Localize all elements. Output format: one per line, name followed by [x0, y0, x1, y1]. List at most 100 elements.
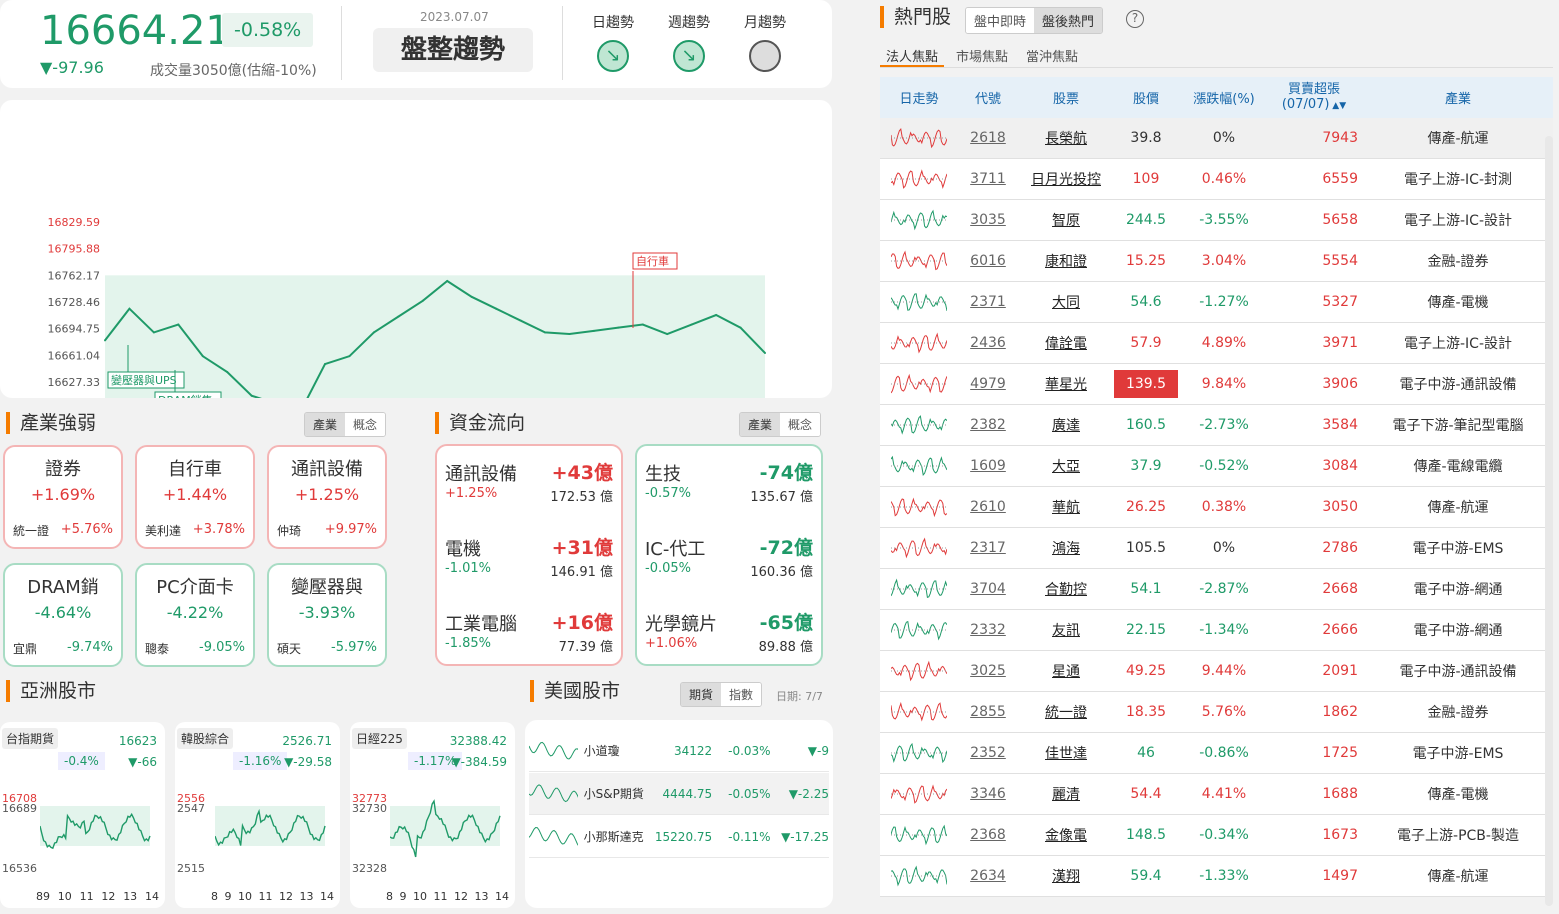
table-row[interactable]: 3711 日月光投控 109 0.46% 6559 電子上游-IC-封測 [880, 159, 1553, 200]
industry-card[interactable]: 自行車 +1.44% 美利達 +3.78% [135, 445, 255, 549]
stock-code[interactable]: 2368 [958, 827, 1018, 843]
stock-code[interactable]: 1609 [958, 458, 1018, 474]
stock-code[interactable]: 2618 [958, 130, 1018, 146]
subtab-market[interactable]: 市場焦點 [944, 42, 1020, 67]
tab-afterhours[interactable]: 盤後熱門 [1034, 8, 1103, 33]
table-row[interactable]: 1609 大亞 37.9 -0.52% 3084 傳產-電線電纜 [880, 446, 1553, 487]
stock-industry: 傳產-電機 [1427, 295, 1489, 311]
stock-name[interactable]: 偉詮電 [1018, 333, 1114, 353]
tab-industry[interactable]: 產業 [740, 413, 781, 436]
industry-card[interactable]: PC介面卡 -4.22% 聰泰 -9.05% [135, 563, 255, 667]
stock-code[interactable]: 3346 [958, 786, 1018, 802]
table-row[interactable]: 2332 友訊 22.15 -1.34% 2666 電子中游-網通 [880, 610, 1553, 651]
stock-code[interactable]: 3704 [958, 581, 1018, 597]
tab-concept[interactable]: 概念 [780, 413, 821, 436]
table-row[interactable]: 4979 華星光 139.5 9.84% 3906 電子中游-通訊設備 [880, 364, 1553, 405]
table-row[interactable]: 2610 華航 26.25 0.38% 3050 傳產-航運 [880, 487, 1553, 528]
stock-name[interactable]: 漢翔 [1018, 866, 1114, 886]
asia-market-tw[interactable]: 台指期貨 16623 -0.4% ▼-66 16708 16689 16536 89 10 11 1… [0, 722, 165, 908]
stock-name[interactable]: 鴻海 [1018, 538, 1114, 558]
stock-name[interactable]: 佳世達 [1018, 743, 1114, 763]
table-row[interactable]: 3025 星通 49.25 9.44% 2091 電子中游-通訊設備 [880, 651, 1553, 692]
help-icon[interactable]: ? [1126, 10, 1144, 28]
stock-price: 54.1 [1130, 581, 1162, 597]
table-row[interactable]: 3035 智原 244.5 -3.55% 5658 電子上游-IC-設計 [880, 200, 1553, 241]
stock-name[interactable]: 友訊 [1018, 620, 1114, 640]
col-header-sort[interactable]: 買賣超張 (07/07) ▲▼ [1270, 82, 1366, 114]
flow-row[interactable]: 生技 -74億 -0.57% 135.67 億 [645, 460, 813, 520]
stock-pct: 3.04% [1201, 253, 1247, 269]
stock-code[interactable]: 3035 [958, 212, 1018, 228]
col-header: 股票 [1052, 92, 1079, 107]
stock-code[interactable]: 2436 [958, 335, 1018, 351]
stock-name[interactable]: 智原 [1018, 210, 1114, 230]
stock-sparkline [891, 293, 947, 311]
stock-code[interactable]: 2317 [958, 540, 1018, 556]
us-market-row[interactable]: 小那斯達克 15220.75 -0.11% ▼-17.25 [529, 816, 829, 858]
flow-row[interactable]: 工業電腦 +16億 -1.85% 77.39 億 [445, 610, 613, 670]
us-market-row[interactable]: 小S&P期貨 4444.75 -0.05% ▼-2.25 [529, 773, 829, 815]
flow-row[interactable]: 通訊設備 +43億 +1.25% 172.53 億 [445, 460, 613, 520]
sparkline-cell [880, 738, 958, 768]
tab-futures[interactable]: 期貨 [681, 683, 722, 706]
table-row[interactable]: 2634 漢翔 59.4 -1.33% 1497 傳產-航運 [880, 856, 1553, 897]
us-market-row[interactable]: 小道瓊 34122 -0.03% ▼-9 [529, 730, 829, 772]
stock-name[interactable]: 長榮航 [1018, 128, 1114, 148]
stock-code[interactable]: 2855 [958, 704, 1018, 720]
industry-card[interactable]: 通訊設備 +1.25% 仲琦 +9.97% [267, 445, 387, 549]
table-row[interactable]: 2855 統一證 18.35 5.76% 1862 金融-證券 [880, 692, 1553, 733]
industry-card[interactable]: DRAM銷 -4.64% 宜鼎 -9.74% [3, 563, 123, 667]
table-row[interactable]: 2436 偉詮電 57.9 4.89% 3971 電子上游-IC-設計 [880, 323, 1553, 364]
table-row[interactable]: 2368 金像電 148.5 -0.34% 1673 電子上游-PCB-製造 [880, 815, 1553, 856]
table-row[interactable]: 2618 長榮航 39.8 0% 7943 傳產-航運 [880, 118, 1553, 159]
stock-code[interactable]: 2610 [958, 499, 1018, 515]
tab-concept[interactable]: 概念 [345, 413, 386, 436]
subtab-daytrade[interactable]: 當沖焦點 [1020, 42, 1084, 67]
stock-name[interactable]: 華航 [1018, 497, 1114, 517]
tab-industry[interactable]: 產業 [305, 413, 346, 436]
stock-name[interactable]: 廣達 [1018, 415, 1114, 435]
table-row[interactable]: 3346 麗清 54.4 4.41% 1688 傳產-電機 [880, 774, 1553, 815]
flow-value: +31億 [551, 537, 613, 559]
table-row[interactable]: 2352 佳世達 46 -0.86% 1725 電子中游-EMS [880, 733, 1553, 774]
stock-name[interactable]: 日月光投控 [1018, 169, 1114, 189]
tab-index[interactable]: 指數 [721, 683, 762, 706]
stock-name[interactable]: 麗清 [1018, 784, 1114, 804]
stock-name[interactable]: 統一證 [1018, 702, 1114, 722]
stock-name[interactable]: 大同 [1018, 292, 1114, 312]
flow-amount: 89.88 億 [758, 640, 813, 655]
table-row[interactable]: 2382 廣達 160.5 -2.73% 3584 電子下游-筆記型電腦 [880, 405, 1553, 446]
table-row[interactable]: 2317 鴻海 105.5 0% 2786 電子中游-EMS [880, 528, 1553, 569]
scrollbar[interactable] [1545, 136, 1553, 906]
stock-name[interactable]: 康和證 [1018, 251, 1114, 271]
stock-name[interactable]: 星通 [1018, 661, 1114, 681]
stock-code[interactable]: 2634 [958, 868, 1018, 884]
stock-name[interactable]: 合勤控 [1018, 579, 1114, 599]
stock-name[interactable]: 大亞 [1018, 456, 1114, 476]
stock-code[interactable]: 2352 [958, 745, 1018, 761]
subtab-institutional[interactable]: 法人焦點 [880, 42, 945, 67]
flow-value: +16億 [551, 612, 613, 634]
stock-code[interactable]: 4979 [958, 376, 1018, 392]
flow-row[interactable]: 光學鏡片 -65億 +1.06% 89.88 億 [645, 610, 813, 670]
table-row[interactable]: 6016 康和證 15.25 3.04% 5554 金融-證券 [880, 241, 1553, 282]
flow-row[interactable]: IC-代工 -72億 -0.05% 160.36 億 [645, 535, 813, 595]
stock-name[interactable]: 金像電 [1018, 825, 1114, 845]
stock-code[interactable]: 2371 [958, 294, 1018, 310]
flow-row[interactable]: 電機 +31億 -1.01% 146.91 億 [445, 535, 613, 595]
stock-code[interactable]: 2332 [958, 622, 1018, 638]
stock-code[interactable]: 6016 [958, 253, 1018, 269]
stock-code[interactable]: 3711 [958, 171, 1018, 187]
stock-code[interactable]: 3025 [958, 663, 1018, 679]
asia-market-jp[interactable]: 日經225 32388.42 -1.17% ▼-384.59 32773 32730 323… [350, 722, 515, 908]
table-row[interactable]: 3704 合勤控 54.1 -2.87% 2668 電子中游-網通 [880, 569, 1553, 610]
stock-name[interactable]: 華星光 [1018, 374, 1114, 394]
x-tick-label: 8 [211, 890, 218, 903]
industry-card[interactable]: 變壓器與 -3.93% 碩天 -5.97% [267, 563, 387, 667]
sort-icon[interactable]: ▲▼ [1329, 101, 1346, 111]
industry-card[interactable]: 證券 +1.69% 統一證 +5.76% [3, 445, 123, 549]
stock-code[interactable]: 2382 [958, 417, 1018, 433]
table-row[interactable]: 2371 大同 54.6 -1.27% 5327 傳產-電機 [880, 282, 1553, 323]
asia-market-kr[interactable]: 韓股綜合 2526.71 -1.16% ▼-29.58 2556 2547 2515 8 9 10… [175, 722, 340, 908]
tab-intraday[interactable]: 盤中即時 [966, 8, 1035, 33]
